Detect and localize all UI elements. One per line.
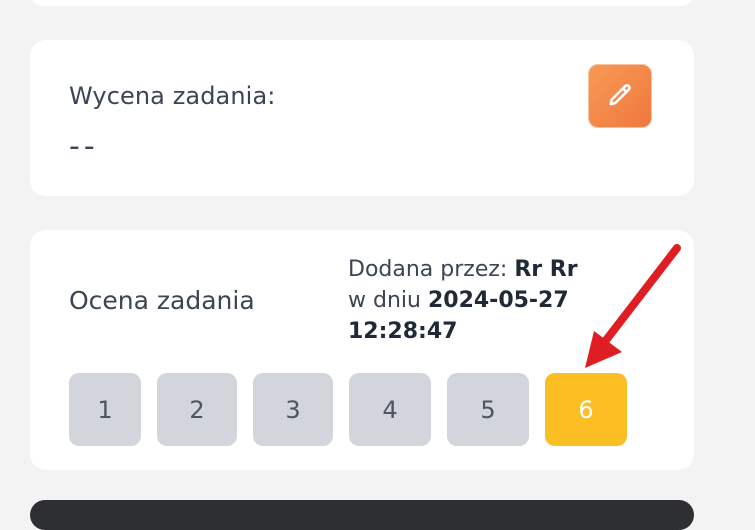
edit-estimate-button[interactable] xyxy=(588,64,652,128)
added-by-info: Dodana przez: Rr Rr w dniu 2024-05-27 12… xyxy=(348,254,608,347)
added-date: 2024-05-27 xyxy=(427,288,569,313)
rating-card: Ocena zadania Dodana przez: Rr Rr w dniu… xyxy=(30,230,694,470)
added-on-prefix: w dniu xyxy=(348,288,421,313)
pencil-icon xyxy=(609,84,631,106)
added-time: 12:28:47 xyxy=(348,319,458,344)
estimate-card: Wycena zadania: -- xyxy=(30,40,694,196)
estimate-value: -- xyxy=(69,129,99,164)
rating-option-5[interactable]: 5 xyxy=(447,373,529,446)
added-by-name: Rr Rr xyxy=(514,257,578,282)
rating-option-1[interactable]: 1 xyxy=(69,373,141,446)
rating-label: Ocena zadania xyxy=(69,286,255,315)
rating-option-4[interactable]: 4 xyxy=(349,373,431,446)
estimate-label: Wycena zadania: xyxy=(69,82,276,110)
top-card xyxy=(30,0,694,6)
bottom-dark-card xyxy=(30,500,694,530)
rating-option-2[interactable]: 2 xyxy=(157,373,237,446)
added-by-prefix: Dodana przez: xyxy=(348,257,508,282)
rating-options: 1 2 3 4 5 6 xyxy=(69,373,627,446)
rating-option-3[interactable]: 3 xyxy=(253,373,333,446)
rating-option-6[interactable]: 6 xyxy=(545,373,627,446)
